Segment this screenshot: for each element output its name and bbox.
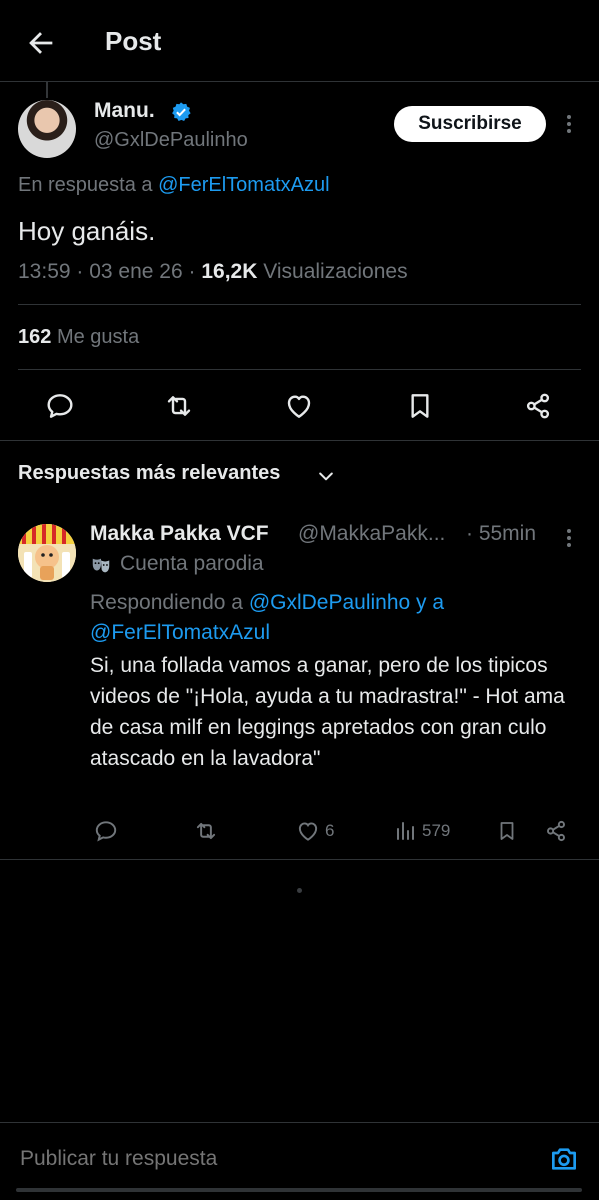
avatar[interactable] — [18, 100, 76, 158]
page-title: Post — [105, 26, 162, 56]
author-handle[interactable]: @GxlDePaulinho — [94, 129, 248, 152]
share-icon[interactable] — [522, 390, 554, 422]
reply-to-link[interactable]: @FerElTomatxAzul — [158, 174, 329, 196]
verified-badge-icon — [170, 101, 192, 123]
retweet-icon — [196, 822, 216, 840]
header-divider — [0, 81, 599, 82]
reply-views-button[interactable]: 579 — [394, 817, 450, 845]
composer-underline — [16, 1188, 582, 1192]
reply-prefix: En respuesta a — [18, 174, 153, 196]
reply-context: Respondiendo a @GxlDePaulinho y a @FerEl… — [90, 588, 560, 648]
reply-author-handle[interactable]: @MakkaPakk... — [298, 522, 445, 546]
parody-label: Cuenta parodia — [120, 552, 264, 575]
post-text: Hoy ganáis. — [18, 216, 156, 246]
camera-icon[interactable] — [548, 1143, 580, 1175]
reply-bookmark-button[interactable] — [495, 817, 519, 845]
views-chart-icon — [397, 822, 414, 840]
replies-sort-selector[interactable]: Respuestas más relevantes — [18, 462, 280, 485]
likes-label: Me gusta — [56, 326, 140, 348]
likes-summary[interactable]: 162 Me gusta — [18, 326, 139, 349]
reply-icon[interactable] — [44, 390, 76, 422]
more-options-icon[interactable] — [560, 112, 578, 136]
reply-time: · 55min — [466, 522, 537, 545]
author-name[interactable]: Manu. — [94, 99, 155, 123]
reply-context: En respuesta a @FerElTomatxAzul — [18, 174, 330, 197]
reply-composer-input[interactable] — [18, 1146, 522, 1172]
reply-text: Si, una follada vamos a ganar, pero de l… — [90, 654, 565, 770]
views-count: 16,2K — [201, 260, 258, 283]
replying-prefix: Respondiendo a — [90, 591, 243, 614]
retweet-icon[interactable] — [163, 390, 195, 422]
reply-like-button[interactable]: 6 — [295, 817, 334, 845]
replying-to-link[interactable]: @FerElTomatxAzul — [90, 621, 270, 644]
divider — [18, 304, 581, 305]
chevron-down-icon[interactable] — [316, 466, 336, 486]
reply-share-button[interactable] — [543, 817, 569, 845]
reply-reply-button[interactable] — [93, 817, 119, 845]
like-heart-icon — [298, 822, 318, 841]
avatar[interactable] — [18, 524, 76, 582]
bookmark-icon[interactable] — [404, 390, 436, 422]
reply-views-count: 579 — [422, 821, 451, 840]
more-options-icon[interactable] — [560, 526, 578, 550]
post-meta: 13:59 · 03 ene 26 · 16,2K Visualizacione… — [18, 260, 408, 283]
likes-count: 162 — [18, 326, 52, 348]
subscribe-button[interactable]: Suscribirse — [394, 106, 546, 142]
reply-retweet-button[interactable] — [193, 817, 219, 845]
bookmark-icon — [500, 822, 514, 840]
views-label: Visualizaciones — [263, 260, 408, 283]
reply-author-name[interactable]: Makka Pakka VCF — [90, 522, 269, 546]
divider — [0, 440, 599, 441]
reply-icon — [95, 821, 117, 842]
replying-to-link[interactable]: @GxlDePaulinho y a — [249, 591, 444, 614]
loading-indicator — [297, 888, 302, 893]
like-heart-icon[interactable] — [283, 390, 315, 422]
back-arrow-icon[interactable] — [24, 26, 58, 60]
post-time: 13:59 — [18, 260, 71, 283]
thread-connector — [46, 82, 48, 98]
divider — [18, 369, 581, 370]
reply-like-count: 6 — [325, 821, 335, 840]
divider — [0, 859, 599, 860]
share-icon — [547, 820, 565, 842]
divider — [0, 1122, 599, 1123]
post-date: 03 ene 26 — [89, 260, 183, 283]
parody-mask-icon — [90, 554, 112, 576]
